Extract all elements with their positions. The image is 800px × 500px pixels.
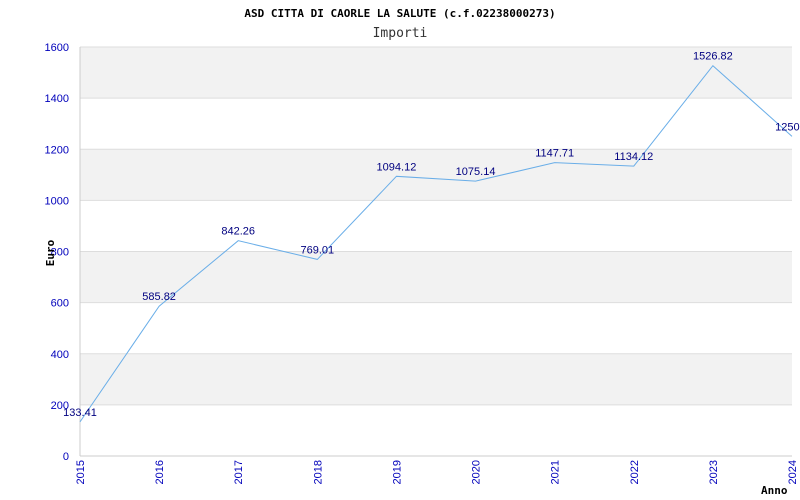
x-tick-label: 2024	[787, 460, 799, 484]
x-tick-labels: 2015 2016 2017 2018 2019 2020 2021 2022 2023 2024	[75, 460, 799, 484]
data-label: 585.82	[142, 291, 176, 303]
data-label: 1134.12	[614, 151, 653, 163]
y-axis-label: Euro	[44, 239, 57, 266]
plot-band	[80, 302, 792, 354]
data-label: 1075.14	[456, 166, 496, 178]
plot-band	[80, 200, 792, 252]
y-tick-label: 0	[63, 451, 69, 463]
x-tick-label: 2021	[550, 460, 562, 484]
y-tick-label: 1200	[45, 144, 69, 156]
x-tick-label: 2019	[391, 460, 403, 484]
data-label: 1094.12	[377, 161, 417, 173]
x-tick-label: 2018	[312, 460, 324, 484]
plot-band	[80, 251, 792, 303]
y-tick-label: 600	[51, 298, 69, 310]
data-label: 1250.5	[775, 121, 800, 133]
x-tick-label: 2016	[154, 460, 166, 484]
y-tick-label: 1600	[45, 42, 69, 54]
plot-band	[80, 353, 792, 405]
x-tick-label: 2017	[233, 460, 245, 484]
x-tick-label: 2023	[708, 460, 720, 484]
data-label: 769.01	[301, 244, 335, 256]
x-tick-label: 2022	[629, 460, 641, 484]
y-tick-label: 1400	[45, 93, 69, 105]
data-label: 133.41	[63, 407, 97, 419]
data-label: 1526.82	[693, 51, 733, 63]
data-label: 842.26	[221, 226, 255, 238]
x-tick-label: 2020	[471, 460, 483, 484]
plot-band	[80, 47, 792, 99]
y-tick-label: 1000	[45, 195, 69, 207]
plot-band	[80, 98, 792, 150]
x-tick-label: 2015	[75, 460, 87, 484]
chart-subtitle: Importi	[373, 26, 428, 41]
plot-band	[80, 149, 792, 201]
data-label: 1147.71	[535, 148, 574, 160]
y-tick-label: 400	[51, 349, 69, 361]
line-chart: ASD CITTA DI CAORLE LA SALUTE (c.f.02238…	[44, 7, 800, 497]
x-axis-label: Anno	[761, 484, 788, 497]
plot-band	[80, 404, 792, 456]
chart-title: ASD CITTA DI CAORLE LA SALUTE (c.f.02238…	[244, 7, 555, 20]
